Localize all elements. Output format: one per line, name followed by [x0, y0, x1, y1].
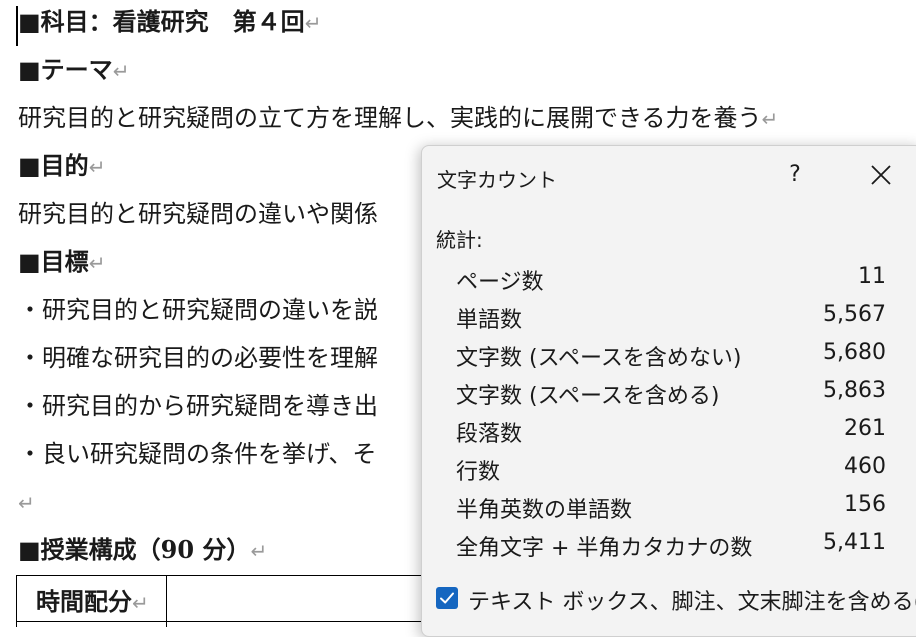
stat-label: 文字数 (スペースを含めない): [456, 346, 742, 371]
table-border-mid: [166, 575, 167, 627]
close-button[interactable]: [866, 160, 896, 190]
stat-label: ページ数: [456, 270, 544, 295]
stat-row-pages: ページ数 11: [456, 264, 886, 295]
stat-row-paragraphs: 段落数 261: [456, 416, 886, 447]
checkmark-icon: [440, 592, 454, 604]
doc-line-empty: ↵: [18, 491, 35, 515]
stat-label: 段落数: [456, 422, 523, 447]
close-icon: [871, 165, 891, 185]
doc-line-theme: 研究目的と研究疑問の立て方を理解し、実践的に展開できる力を養う↵: [18, 104, 779, 132]
stat-label: 行数: [456, 460, 501, 485]
stat-value: 5,567: [823, 302, 886, 327]
stat-label: 全角文字 + 半角カタカナの数: [456, 536, 753, 561]
doc-line-purpose: 研究目的と研究疑問の違いや関係: [18, 200, 378, 228]
stat-label: 単語数: [456, 308, 523, 333]
doc-line-subject: ■科目：看護研究 第４回↵: [18, 7, 322, 36]
table-border-top: [16, 575, 436, 576]
help-button[interactable]: ?: [783, 162, 807, 187]
include-textboxes-checkbox[interactable]: [436, 587, 458, 609]
stat-row-lines: 行数 460: [456, 454, 886, 485]
doc-line-purpose-heading: ■目的↵: [18, 151, 106, 180]
doc-line-goals-heading: ■目標↵: [18, 247, 106, 276]
stat-row-chars-with-spaces: 文字数 (スペースを含める) 5,863: [456, 378, 886, 409]
stat-value: 156: [844, 492, 886, 517]
doc-line-theme-heading: ■テーマ↵: [18, 55, 130, 84]
stat-row-fullwidth-chars: 全角文字 + 半角カタカナの数 5,411: [456, 530, 886, 561]
word-count-dialog: 文字カウント ? 統計: ページ数 11 単語数 5,567 文字数 (スペース…: [421, 145, 916, 637]
stat-row-words: 単語数 5,567: [456, 302, 886, 333]
doc-line-goal-3: ・研究目的から研究疑問を導き出: [18, 392, 378, 420]
stat-value: 460: [844, 454, 886, 479]
stat-row-halfwidth-words: 半角英数の単語数 156: [456, 492, 886, 523]
stat-label: 文字数 (スペースを含める): [456, 384, 720, 409]
doc-line-goal-2: ・明確な研究目的の必要性を理解: [18, 344, 378, 372]
stat-value: 261: [844, 416, 886, 441]
table-border-left: [16, 575, 17, 627]
stat-value: 5,411: [823, 530, 886, 555]
statistics-label: 統計:: [436, 228, 483, 252]
dialog-title: 文字カウント: [437, 168, 557, 192]
stat-row-chars-no-spaces: 文字数 (スペースを含めない) 5,680: [456, 340, 886, 371]
include-textboxes-label[interactable]: テキスト ボックス、脚注、文末脚注を含める(F): [468, 584, 916, 616]
table-border-bottom: [16, 621, 436, 622]
doc-line-goal-1: ・研究目的と研究疑問の違いを説: [18, 296, 378, 324]
stat-value: 5,680: [823, 340, 886, 365]
doc-line-goal-4: ・良い研究疑問の条件を挙げ、そ: [18, 440, 377, 468]
doc-line-structure-heading: ■授業構成（90 分）↵: [18, 535, 268, 564]
stat-value: 11: [858, 264, 886, 289]
table-cell-time[interactable]: 時間配分↵: [36, 582, 149, 617]
stat-value: 5,863: [823, 378, 886, 403]
stat-label: 半角英数の単語数: [456, 498, 633, 523]
